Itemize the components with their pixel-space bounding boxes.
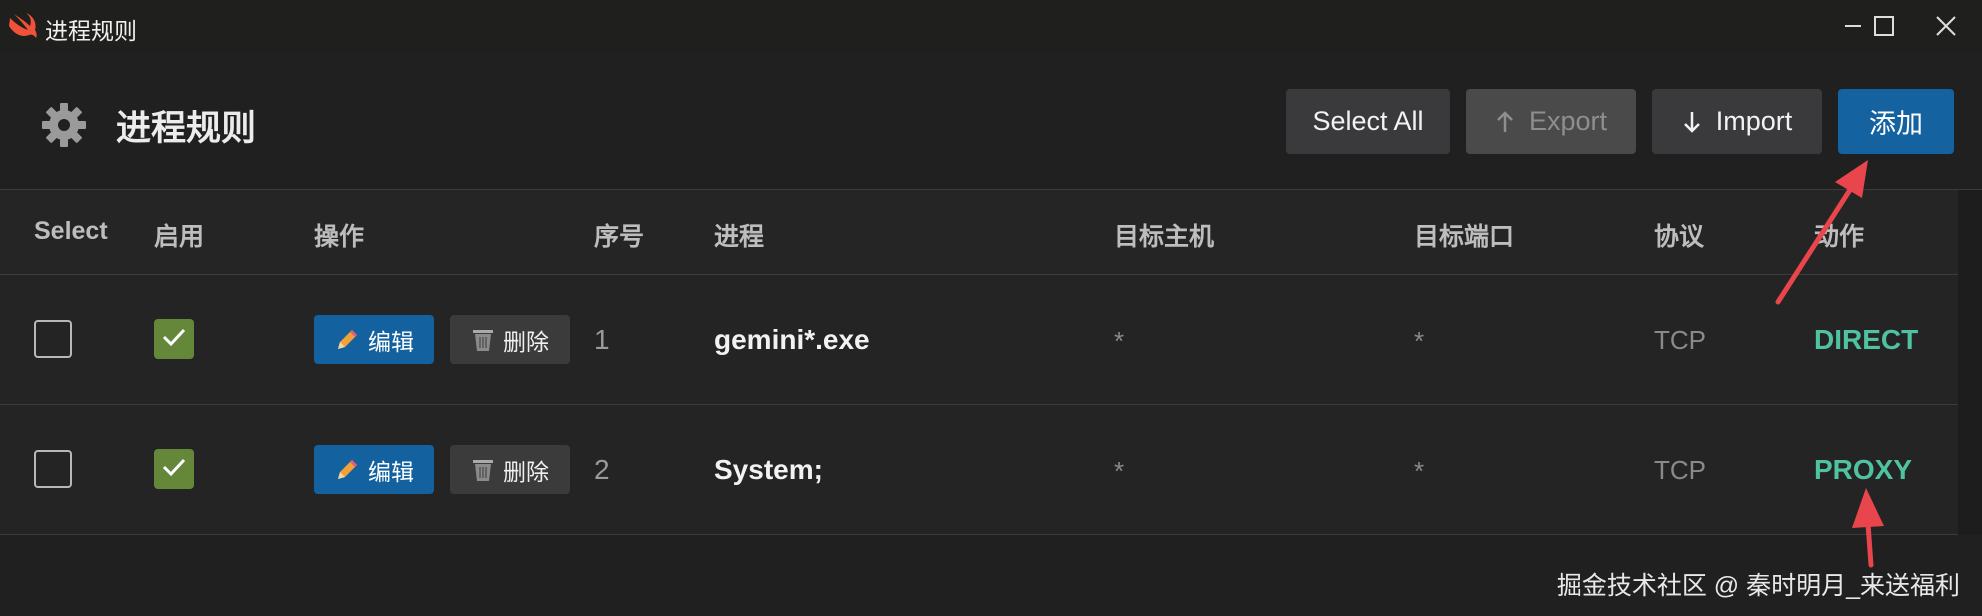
- annotation-arrow-proxy: [1852, 488, 1884, 568]
- annotation-arrow-add: [1775, 160, 1868, 305]
- annotation-arrows: [1775, 160, 1884, 568]
